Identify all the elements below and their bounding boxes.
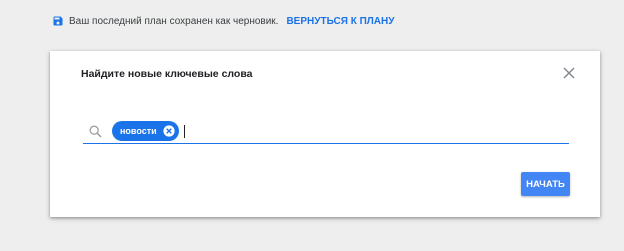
start-button[interactable]: НАЧАТЬ bbox=[521, 172, 570, 196]
keyword-chip[interactable]: новости bbox=[112, 121, 179, 141]
dialog-title: Найдите новые ключевые слова bbox=[81, 68, 253, 80]
text-cursor bbox=[183, 124, 185, 138]
keyword-search-field[interactable]: новости bbox=[83, 119, 569, 144]
draft-notice: Ваш последний план сохранен как черновик… bbox=[52, 13, 394, 29]
draft-notice-text: Ваш последний план сохранен как черновик… bbox=[69, 15, 279, 27]
find-keywords-dialog: Найдите новые ключевые слова новости НАЧ… bbox=[50, 51, 600, 217]
save-icon bbox=[53, 16, 63, 26]
remove-chip-icon[interactable] bbox=[163, 125, 175, 137]
search-icon bbox=[89, 125, 102, 138]
return-to-plan-link[interactable]: ВЕРНУТЬСЯ К ПЛАНУ bbox=[286, 16, 394, 27]
keyword-chip-label: новости bbox=[120, 126, 157, 136]
close-icon[interactable] bbox=[563, 67, 575, 79]
